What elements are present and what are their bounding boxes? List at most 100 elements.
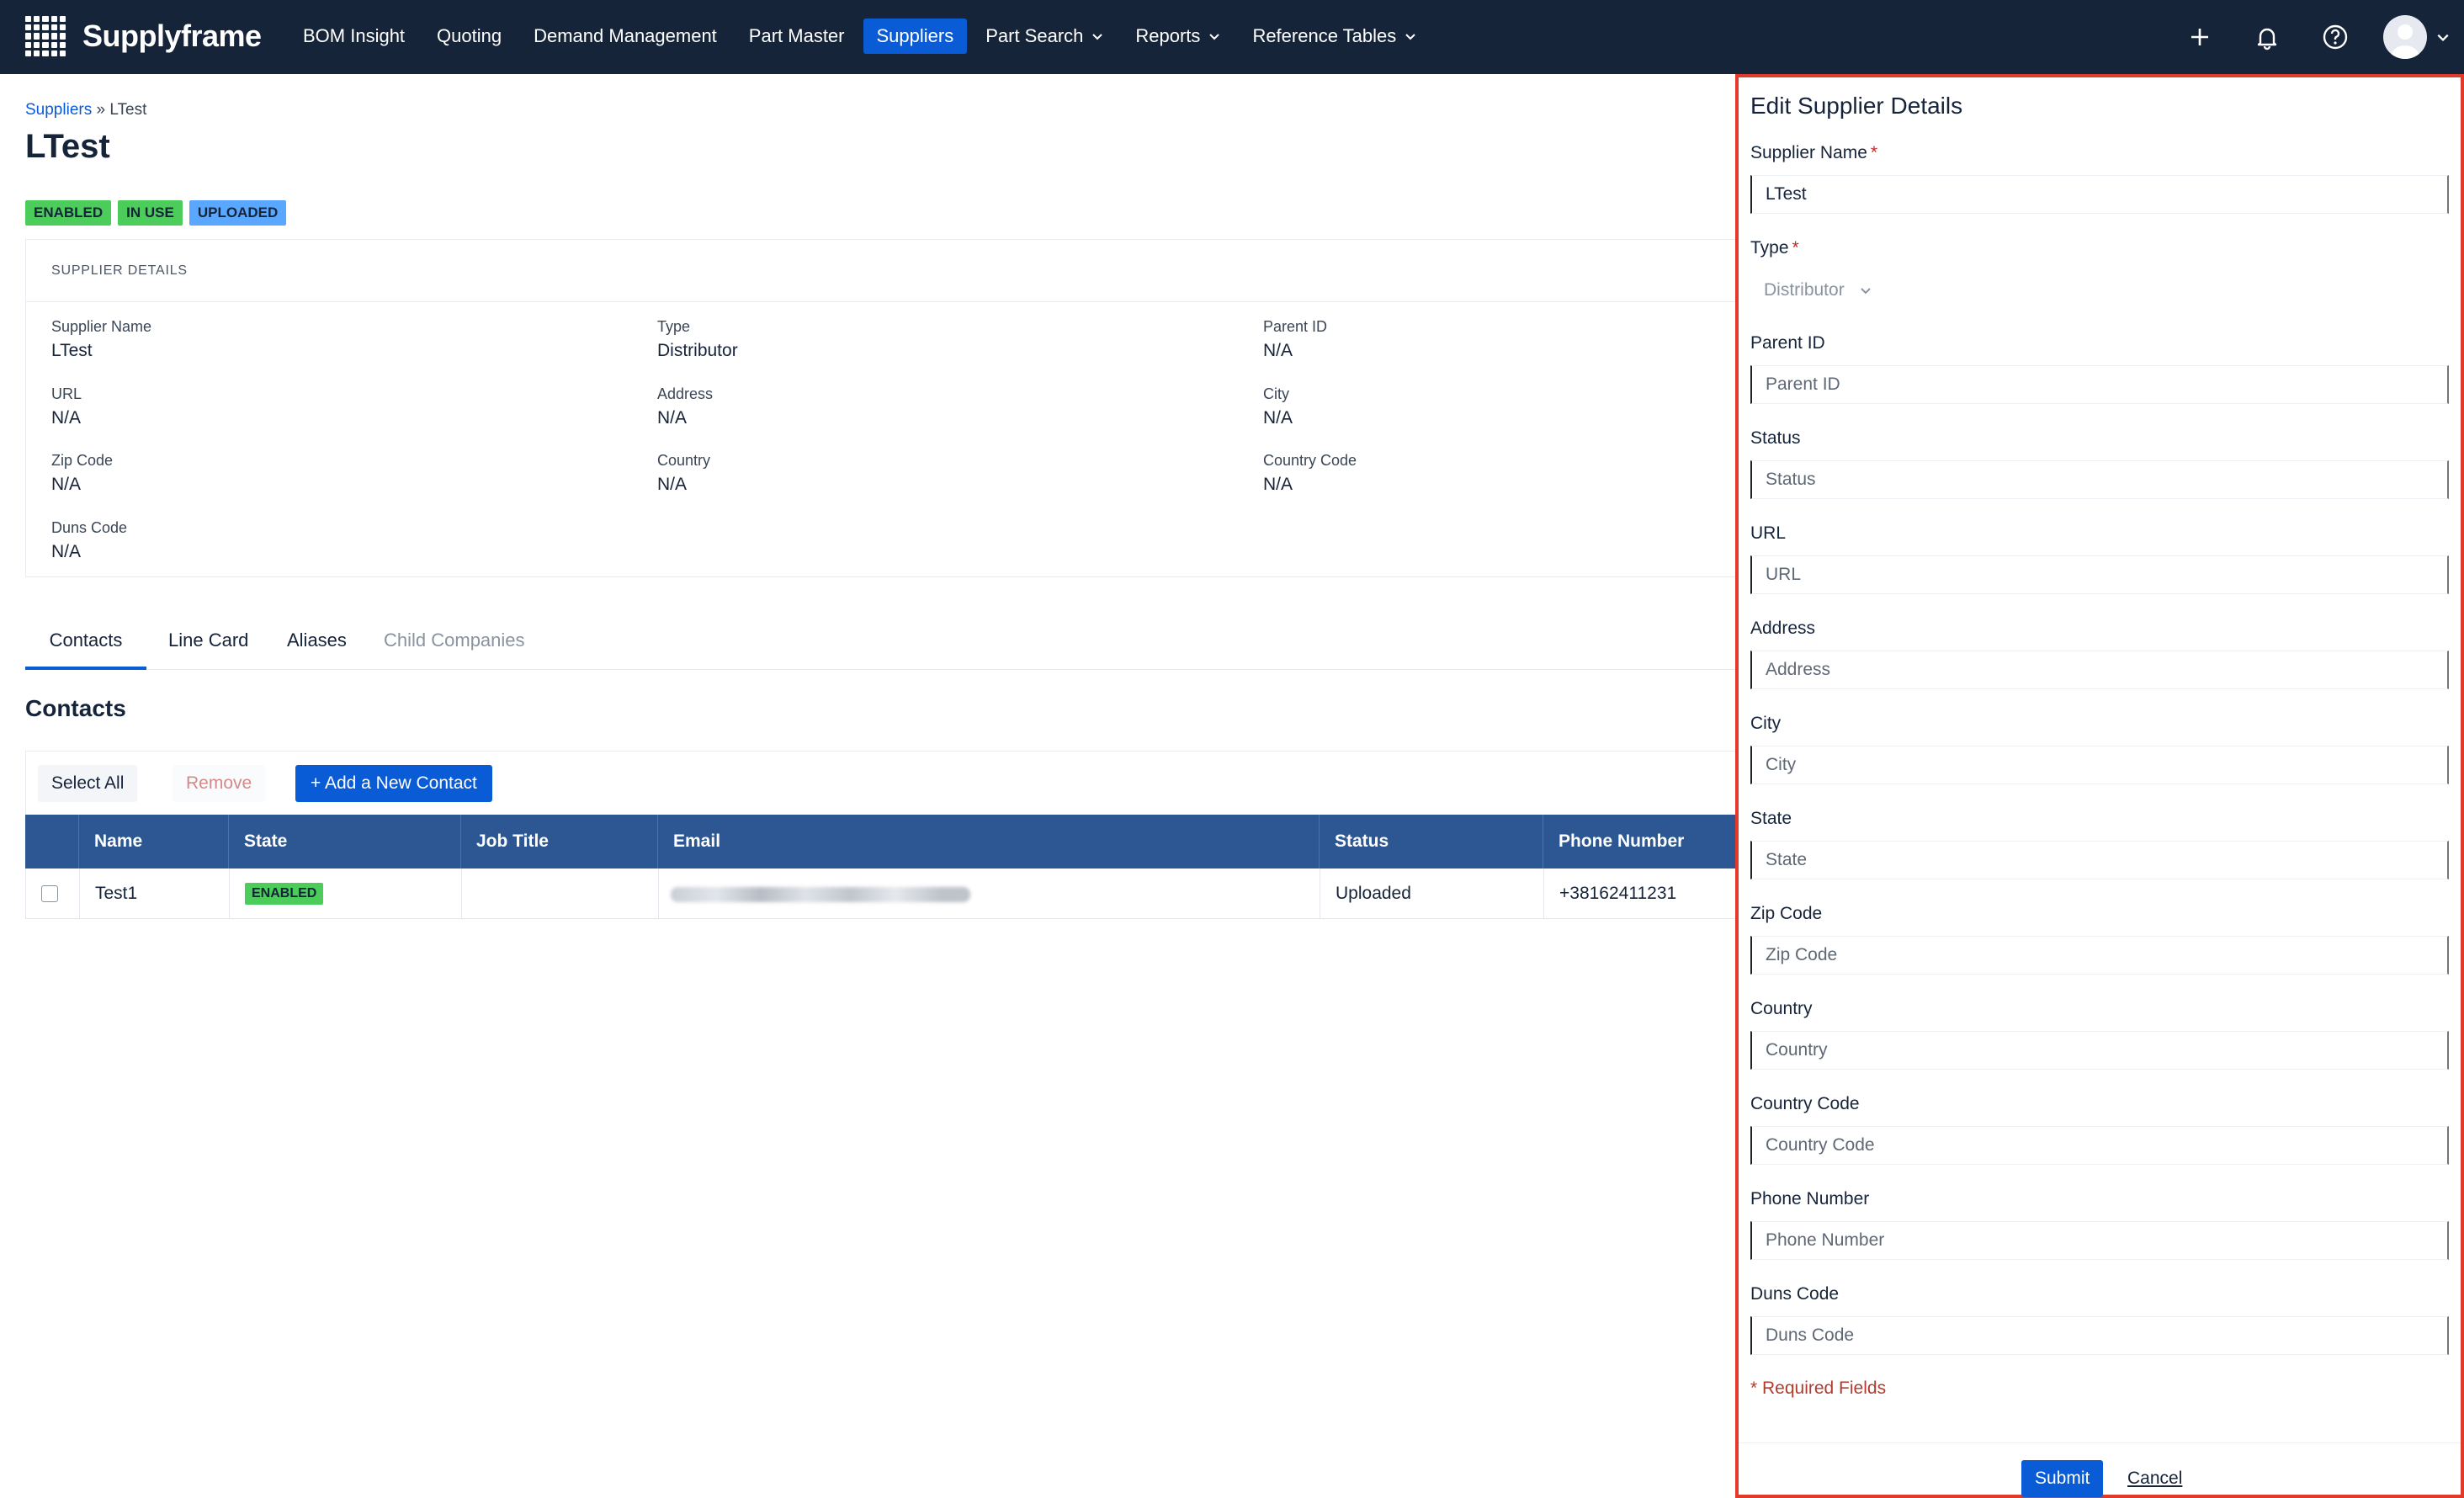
supplier-name-input[interactable] [1750, 175, 2449, 214]
detail-label: City [1263, 385, 1289, 402]
app-logo-icon[interactable] [25, 16, 66, 56]
tab-child-companies[interactable]: Child Companies [384, 629, 525, 670]
state-input[interactable] [1750, 841, 2449, 879]
detail-value: LTest [51, 341, 93, 360]
contacts-section-title: Contacts [25, 695, 126, 721]
user-icon [2390, 24, 2420, 59]
address-input[interactable] [1750, 651, 2449, 689]
detail-type: Type Distributor [657, 317, 738, 363]
detail-country-code: Country Code N/A [1263, 451, 1357, 497]
top-navigation-bar: Supplyframe BOM Insight Quoting Demand M… [0, 0, 2464, 74]
field-label-supplier-name: Supplier Name * [1750, 143, 1877, 163]
chevron-down-icon[interactable] [2436, 30, 2450, 44]
detail-tabs: Contacts Line Card Aliases Child Compani… [25, 618, 1792, 670]
status-badges: ENABLED IN USE UPLOADED [25, 200, 293, 226]
add-contact-label: Add a New Contact [324, 773, 477, 793]
cell-state: ENABLED [230, 869, 462, 919]
phone-number-input[interactable] [1750, 1221, 2449, 1260]
nav-label: Suppliers [876, 25, 954, 46]
country-code-input[interactable] [1750, 1126, 2449, 1165]
help-icon[interactable] [2318, 20, 2352, 54]
nav-label: BOM Insight [303, 25, 406, 46]
header-status[interactable]: Status [1320, 815, 1543, 869]
detail-country: Country N/A [657, 451, 710, 497]
detail-supplier-name: Supplier Name LTest [51, 317, 151, 363]
edit-supplier-panel: Edit Supplier Details Supplier Name* Typ… [1735, 74, 2464, 1498]
nav-label: Quoting [437, 25, 502, 46]
header-select-column [25, 815, 79, 869]
zip-code-input[interactable] [1750, 936, 2449, 975]
main-nav: BOM Insight Quoting Demand Management Pa… [289, 19, 1435, 54]
page-title: LTest [25, 128, 110, 165]
detail-value: Distributor [657, 341, 738, 360]
select-all-button[interactable]: Select All [38, 765, 138, 802]
breadcrumb-current: LTest [109, 101, 147, 119]
detail-address: Address N/A [657, 385, 713, 430]
status-badge-uploaded: UPLOADED [189, 200, 287, 226]
tab-contacts[interactable]: Contacts [25, 629, 146, 670]
supplier-details-header: SUPPLIER DETAILS [26, 240, 1792, 302]
field-label-state: State [1750, 809, 1792, 828]
detail-value: N/A [1263, 408, 1293, 428]
duns-code-input[interactable] [1750, 1316, 2449, 1355]
detail-label: Duns Code [51, 519, 128, 536]
detail-value: N/A [1263, 341, 1293, 360]
table-row[interactable]: Test1 ENABLED Uploaded +38162411231 [25, 869, 1792, 919]
nav-suppliers[interactable]: Suppliers [863, 19, 968, 54]
header-job-title[interactable]: Job Title [461, 815, 658, 869]
nav-label: Part Master [748, 25, 845, 46]
chevron-down-icon [1861, 288, 1871, 295]
type-select-value: Distributor [1764, 280, 1845, 300]
tab-line-card[interactable]: Line Card [168, 629, 248, 670]
nav-reference-tables[interactable]: Reference Tables [1239, 19, 1430, 54]
avatar[interactable] [2383, 15, 2427, 59]
nav-label: Part Search [985, 25, 1084, 46]
detail-url: URL N/A [51, 385, 82, 430]
required-marker: * [1792, 238, 1799, 258]
nav-part-search[interactable]: Part Search [972, 19, 1117, 54]
required-fields-note: * Required Fields [1750, 1378, 1887, 1398]
detail-label: Address [657, 385, 714, 402]
detail-label: Supplier Name [51, 318, 152, 335]
country-input[interactable] [1750, 1031, 2449, 1070]
submit-button[interactable]: Submit [2021, 1460, 2104, 1497]
nav-bom-insight[interactable]: BOM Insight [289, 19, 418, 54]
field-label-city: City [1750, 714, 1782, 733]
breadcrumb-separator: » [96, 101, 106, 119]
type-select[interactable]: Distributor [1750, 271, 1885, 310]
add-contact-button[interactable]: + Add a New Contact [295, 765, 492, 802]
nav-demand-management[interactable]: Demand Management [520, 19, 730, 54]
status-badge-in-use: IN USE [118, 200, 183, 226]
plus-icon[interactable] [2183, 20, 2217, 54]
header-name[interactable]: Name [79, 815, 229, 869]
plus-icon: + [311, 773, 321, 793]
breadcrumb-suppliers-link[interactable]: Suppliers [25, 101, 92, 119]
brand-name[interactable]: Supplyframe [82, 17, 262, 56]
header-email[interactable]: Email [658, 815, 1320, 869]
url-input[interactable] [1750, 555, 2449, 594]
detail-label: Type [657, 318, 691, 335]
header-state[interactable]: State [229, 815, 461, 869]
tab-aliases[interactable]: Aliases [287, 629, 347, 670]
supplier-details-card: SUPPLIER DETAILS Supplier Name LTest Typ… [25, 239, 1792, 577]
status-badge: ENABLED [245, 883, 324, 906]
cancel-link[interactable]: Cancel [2127, 1469, 2182, 1489]
nav-part-master[interactable]: Part Master [735, 19, 858, 54]
nav-quoting[interactable]: Quoting [423, 19, 515, 54]
city-input[interactable] [1750, 746, 2449, 784]
panel-footer: Submit Cancel [1739, 1442, 2461, 1498]
detail-duns-code: Duns Code N/A [51, 518, 127, 564]
detail-value: N/A [51, 475, 82, 494]
status-input[interactable] [1750, 460, 2449, 499]
remove-button[interactable]: Remove [173, 765, 266, 802]
detail-value: N/A [51, 408, 82, 428]
field-label-phone-number: Phone Number [1750, 1189, 1870, 1208]
parent-id-input[interactable] [1750, 365, 2449, 404]
detail-label: Country [657, 452, 711, 469]
table-header: Name State Job Title Email Status Phone … [25, 815, 1792, 869]
bell-icon[interactable] [2250, 20, 2284, 54]
contacts-toolbar: Select All Remove + Add a New Contact [25, 751, 1792, 815]
nav-reports[interactable]: Reports [1122, 19, 1234, 54]
row-checkbox[interactable] [41, 885, 58, 902]
nav-label: Demand Management [534, 25, 717, 46]
